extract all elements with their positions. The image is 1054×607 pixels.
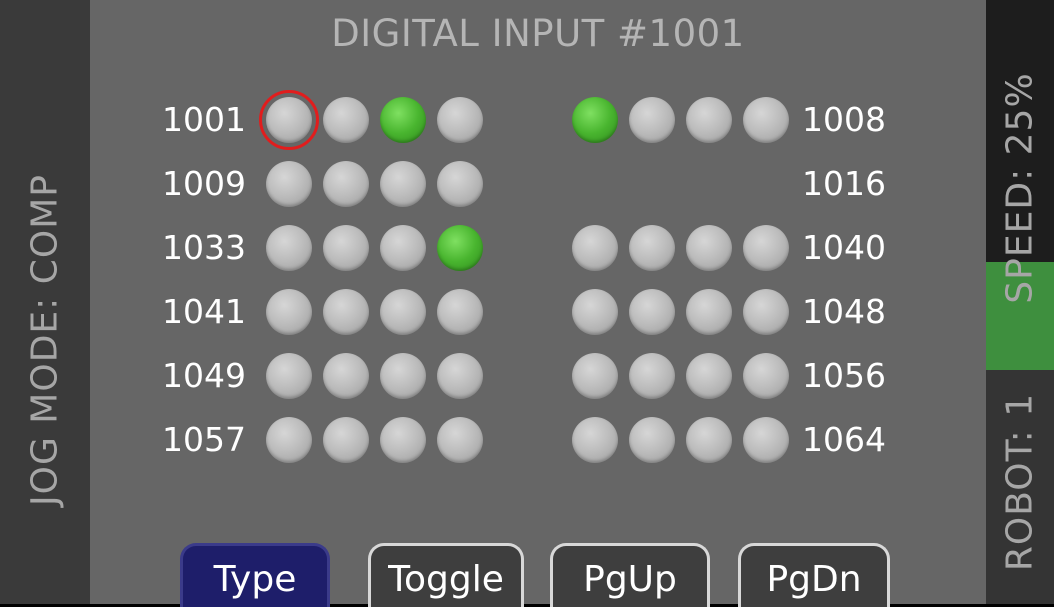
- input-led[interactable]: [266, 289, 312, 335]
- digital-input-panel: DIGITAL INPUT #1001 1001 1008 1009 1016 1033…: [90, 0, 986, 607]
- input-led[interactable]: [266, 161, 312, 207]
- input-led[interactable]: [629, 417, 675, 463]
- row-end-label: 1008: [802, 100, 886, 139]
- row-start-label: 1033: [162, 228, 246, 267]
- input-led[interactable]: [686, 225, 732, 271]
- row-start-label: 1001: [162, 100, 246, 139]
- input-led[interactable]: [437, 225, 483, 271]
- status-bar-right: SPEED: 25% ROBOT: 1: [986, 0, 1054, 604]
- input-led[interactable]: [572, 225, 618, 271]
- pgup-button[interactable]: PgUp: [550, 543, 710, 607]
- row-end-label: 1064: [802, 420, 886, 459]
- input-led[interactable]: [629, 97, 675, 143]
- input-led[interactable]: [380, 97, 426, 143]
- input-led[interactable]: [380, 353, 426, 399]
- input-led[interactable]: [743, 353, 789, 399]
- input-led[interactable]: [323, 353, 369, 399]
- input-led[interactable]: [743, 289, 789, 335]
- input-led[interactable]: [743, 97, 789, 143]
- input-led[interactable]: [437, 161, 483, 207]
- pendant-screen: JOG MODE: COMP DIGITAL INPUT #1001 1001 1…: [0, 0, 1054, 607]
- input-led[interactable]: [323, 161, 369, 207]
- row-end-label: 1040: [802, 228, 886, 267]
- input-led[interactable]: [437, 353, 483, 399]
- input-led[interactable]: [259, 90, 319, 150]
- input-led[interactable]: [686, 97, 732, 143]
- type-button-label: Type: [213, 559, 297, 600]
- toggle-button[interactable]: Toggle: [368, 543, 524, 607]
- pgdn-button[interactable]: PgDn: [738, 543, 890, 607]
- input-led[interactable]: [686, 353, 732, 399]
- input-led[interactable]: [572, 353, 618, 399]
- input-led[interactable]: [572, 289, 618, 335]
- input-led[interactable]: [437, 97, 483, 143]
- input-led[interactable]: [686, 417, 732, 463]
- jog-mode-bar: JOG MODE: COMP: [0, 0, 90, 604]
- pgup-button-label: PgUp: [583, 559, 677, 600]
- input-led[interactable]: [266, 417, 312, 463]
- row-start-label: 1049: [162, 356, 246, 395]
- input-led[interactable]: [629, 353, 675, 399]
- input-led[interactable]: [266, 225, 312, 271]
- input-led[interactable]: [323, 225, 369, 271]
- input-led[interactable]: [323, 289, 369, 335]
- input-led[interactable]: [629, 289, 675, 335]
- input-led[interactable]: [743, 417, 789, 463]
- row-start-label: 1041: [162, 292, 246, 331]
- page-title: DIGITAL INPUT #1001: [331, 12, 745, 55]
- input-led[interactable]: [743, 225, 789, 271]
- row-end-label: 1016: [802, 164, 886, 203]
- pgdn-button-label: PgDn: [766, 559, 862, 600]
- input-led[interactable]: [629, 225, 675, 271]
- input-led[interactable]: [572, 417, 618, 463]
- robot-label: ROBOT: 1: [999, 392, 1041, 572]
- input-led[interactable]: [437, 417, 483, 463]
- toggle-button-label: Toggle: [388, 559, 504, 600]
- input-led[interactable]: [380, 289, 426, 335]
- speed-label: SPEED: 25%: [999, 72, 1041, 304]
- input-led[interactable]: [323, 417, 369, 463]
- input-led[interactable]: [323, 97, 369, 143]
- type-button[interactable]: Type: [180, 543, 330, 607]
- input-led[interactable]: [380, 417, 426, 463]
- row-end-label: 1048: [802, 292, 886, 331]
- row-end-label: 1056: [802, 356, 886, 395]
- input-led[interactable]: [266, 353, 312, 399]
- input-led[interactable]: [572, 97, 618, 143]
- input-led[interactable]: [437, 289, 483, 335]
- jog-mode-label: JOG MODE: COMP: [24, 174, 66, 506]
- input-led[interactable]: [380, 225, 426, 271]
- input-led[interactable]: [380, 161, 426, 207]
- row-start-label: 1009: [162, 164, 246, 203]
- input-led[interactable]: [686, 289, 732, 335]
- row-start-label: 1057: [162, 420, 246, 459]
